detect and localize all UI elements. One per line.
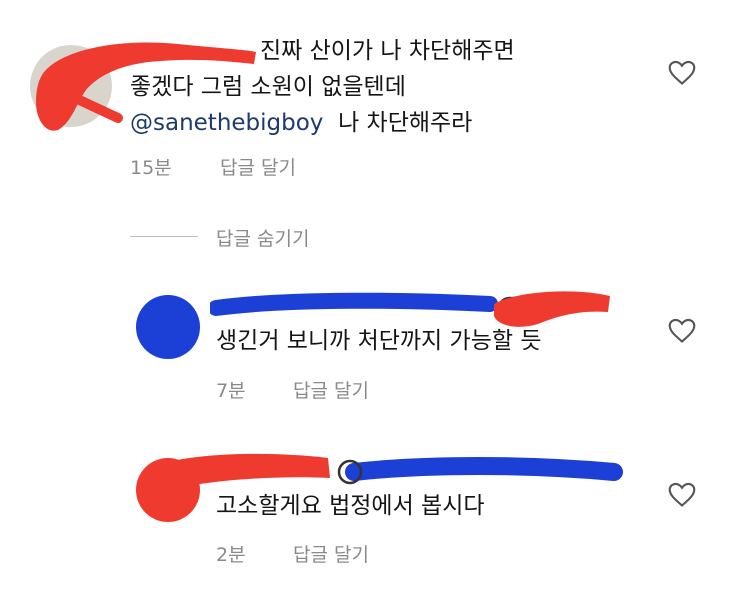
timestamp: 2분 (216, 544, 246, 566)
heart-outline-icon[interactable] (668, 318, 696, 344)
comment-text: 진짜 산이가 나 차단해주면 (260, 38, 515, 64)
heart-outline-icon[interactable] (668, 482, 696, 508)
avatar[interactable] (136, 458, 200, 522)
reply-button[interactable]: 답글 달기 (293, 540, 369, 567)
comment-text: 좋겠다 그럼 소원이 없을텐데 (130, 74, 406, 100)
comment-text: 생긴거 보니까 처단까지 가능할 듯 (216, 328, 542, 354)
comment-thread: 진짜 산이가 나 차단해주면 좋겠다 그럼 소원이 없을텐데 @sanetheb… (0, 0, 740, 598)
heart-outline-icon[interactable] (668, 60, 696, 86)
mention-link[interactable]: @sanethebigboy (130, 110, 323, 136)
comment-text: @sanethebigboy 나 차단해주라 (130, 108, 472, 138)
timestamp: 7분 (216, 380, 246, 402)
reply-button[interactable]: 답글 달기 (293, 376, 369, 403)
timestamp: 15분 (130, 157, 172, 179)
hide-replies-divider (130, 236, 198, 237)
comment-text: 고소할게요 법정에서 봅시다 (216, 493, 485, 519)
redaction-scribble-blue (210, 292, 609, 324)
redaction-scribble-red (494, 291, 610, 327)
reply-button[interactable]: 답글 달기 (220, 153, 296, 180)
hide-replies-button[interactable]: 답글 숨기기 (216, 224, 309, 251)
avatar[interactable] (30, 45, 112, 127)
avatar[interactable] (136, 295, 200, 359)
comment-text-tail: 나 차단해주라 (338, 110, 473, 136)
redaction-scribble-blue (337, 457, 623, 485)
